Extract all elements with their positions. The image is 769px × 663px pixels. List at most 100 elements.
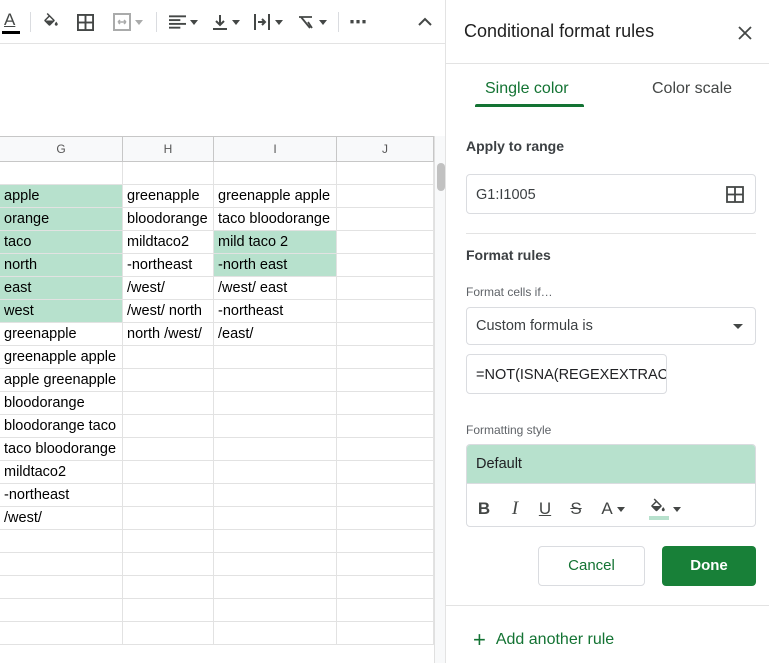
cell[interactable]	[337, 530, 434, 552]
column-header-j[interactable]: J	[337, 137, 434, 161]
cell[interactable]	[214, 530, 337, 552]
cell[interactable]: orange	[0, 208, 123, 230]
cancel-button[interactable]: Cancel	[538, 546, 645, 586]
cell[interactable]	[123, 461, 214, 483]
cell[interactable]: -northeast	[214, 300, 337, 322]
cell[interactable]: apple	[0, 185, 123, 207]
cell[interactable]	[214, 162, 337, 184]
fill-color-button[interactable]	[646, 497, 684, 521]
tab-color-scale[interactable]: Color scale	[652, 80, 732, 98]
cell[interactable]: -northeast	[0, 484, 123, 506]
borders-icon[interactable]	[74, 9, 96, 35]
cell[interactable]: apple greenapple	[0, 369, 123, 391]
cell[interactable]: /east/	[214, 323, 337, 345]
cell[interactable]	[123, 162, 214, 184]
cell[interactable]: /west/ east	[214, 277, 337, 299]
cell[interactable]	[214, 369, 337, 391]
tab-single-color[interactable]: Single color	[485, 80, 569, 98]
cell[interactable]: east	[0, 277, 123, 299]
cell[interactable]	[0, 599, 123, 621]
cell[interactable]	[214, 392, 337, 414]
cell[interactable]	[123, 622, 214, 644]
cell[interactable]: bloodorange	[123, 208, 214, 230]
cell[interactable]: -north east	[214, 254, 337, 276]
cell[interactable]: taco bloodorange	[0, 438, 123, 460]
select-range-grid-icon[interactable]	[726, 186, 744, 208]
column-header-i[interactable]: I	[214, 137, 337, 161]
cell[interactable]	[123, 599, 214, 621]
cell[interactable]	[337, 208, 434, 230]
cell[interactable]	[337, 415, 434, 437]
cell[interactable]: /west/ north	[123, 300, 214, 322]
cell[interactable]	[214, 507, 337, 529]
collapse-toolbar-icon[interactable]	[414, 9, 436, 35]
cell[interactable]	[337, 438, 434, 460]
cell[interactable]	[337, 346, 434, 368]
style-preview-dropdown[interactable]: Default	[467, 445, 755, 484]
cell[interactable]	[337, 392, 434, 414]
cell[interactable]	[123, 576, 214, 598]
cell[interactable]	[337, 553, 434, 575]
fill-color-icon[interactable]	[40, 9, 62, 35]
text-wrapping-icon[interactable]	[250, 9, 286, 35]
scrollbar-thumb[interactable]	[437, 163, 445, 191]
range-input[interactable]: G1:I1005	[466, 174, 756, 214]
cell[interactable]	[0, 576, 123, 598]
cell[interactable]	[337, 484, 434, 506]
cell[interactable]	[337, 323, 434, 345]
condition-dropdown[interactable]: Custom formula is	[466, 307, 756, 345]
underline-button[interactable]: U	[536, 497, 554, 521]
cell[interactable]: greenapple	[123, 185, 214, 207]
cell[interactable]	[337, 461, 434, 483]
cell[interactable]: -northeast	[123, 254, 214, 276]
cell[interactable]	[123, 507, 214, 529]
column-header-h[interactable]: H	[123, 137, 214, 161]
cell[interactable]	[123, 392, 214, 414]
cell[interactable]: bloodorange taco	[0, 415, 123, 437]
column-header-g[interactable]: G	[0, 137, 123, 161]
cell[interactable]: taco	[0, 231, 123, 253]
cell[interactable]: mildtaco2	[123, 231, 214, 253]
cell[interactable]	[337, 622, 434, 644]
strikethrough-button[interactable]: S	[567, 497, 585, 521]
cell[interactable]: /west/	[0, 507, 123, 529]
text-color-icon[interactable]: A	[0, 9, 22, 35]
merge-cells-icon[interactable]	[106, 9, 150, 35]
cell[interactable]	[214, 484, 337, 506]
cell[interactable]: north /west/	[123, 323, 214, 345]
cell[interactable]: taco bloodorange	[214, 208, 337, 230]
more-icon[interactable]: ⋯	[346, 9, 370, 35]
cell[interactable]	[123, 530, 214, 552]
cell[interactable]	[337, 300, 434, 322]
cell[interactable]	[214, 622, 337, 644]
cell[interactable]	[123, 369, 214, 391]
cell[interactable]	[123, 438, 214, 460]
cell[interactable]: greenapple apple	[214, 185, 337, 207]
cell[interactable]	[214, 553, 337, 575]
cell[interactable]	[337, 231, 434, 253]
cell[interactable]	[337, 277, 434, 299]
cell[interactable]	[123, 553, 214, 575]
cell[interactable]	[214, 438, 337, 460]
done-button[interactable]: Done	[662, 546, 756, 586]
italic-button[interactable]: I	[506, 497, 524, 521]
close-icon[interactable]	[736, 24, 754, 42]
cell[interactable]: mild taco 2	[214, 231, 337, 253]
cell[interactable]	[214, 461, 337, 483]
cell[interactable]	[214, 599, 337, 621]
cell[interactable]: north	[0, 254, 123, 276]
cell[interactable]	[0, 162, 123, 184]
cell[interactable]	[0, 622, 123, 644]
cell[interactable]	[214, 415, 337, 437]
text-color-button[interactable]: A	[595, 497, 631, 521]
cell[interactable]	[123, 346, 214, 368]
cell[interactable]	[214, 346, 337, 368]
vertical-align-icon[interactable]	[209, 9, 243, 35]
cell[interactable]	[337, 369, 434, 391]
cell[interactable]	[337, 162, 434, 184]
cell[interactable]	[214, 576, 337, 598]
cell[interactable]	[337, 576, 434, 598]
cell[interactable]: bloodorange	[0, 392, 123, 414]
text-rotation-icon[interactable]	[294, 9, 330, 35]
bold-button[interactable]: B	[475, 497, 493, 521]
